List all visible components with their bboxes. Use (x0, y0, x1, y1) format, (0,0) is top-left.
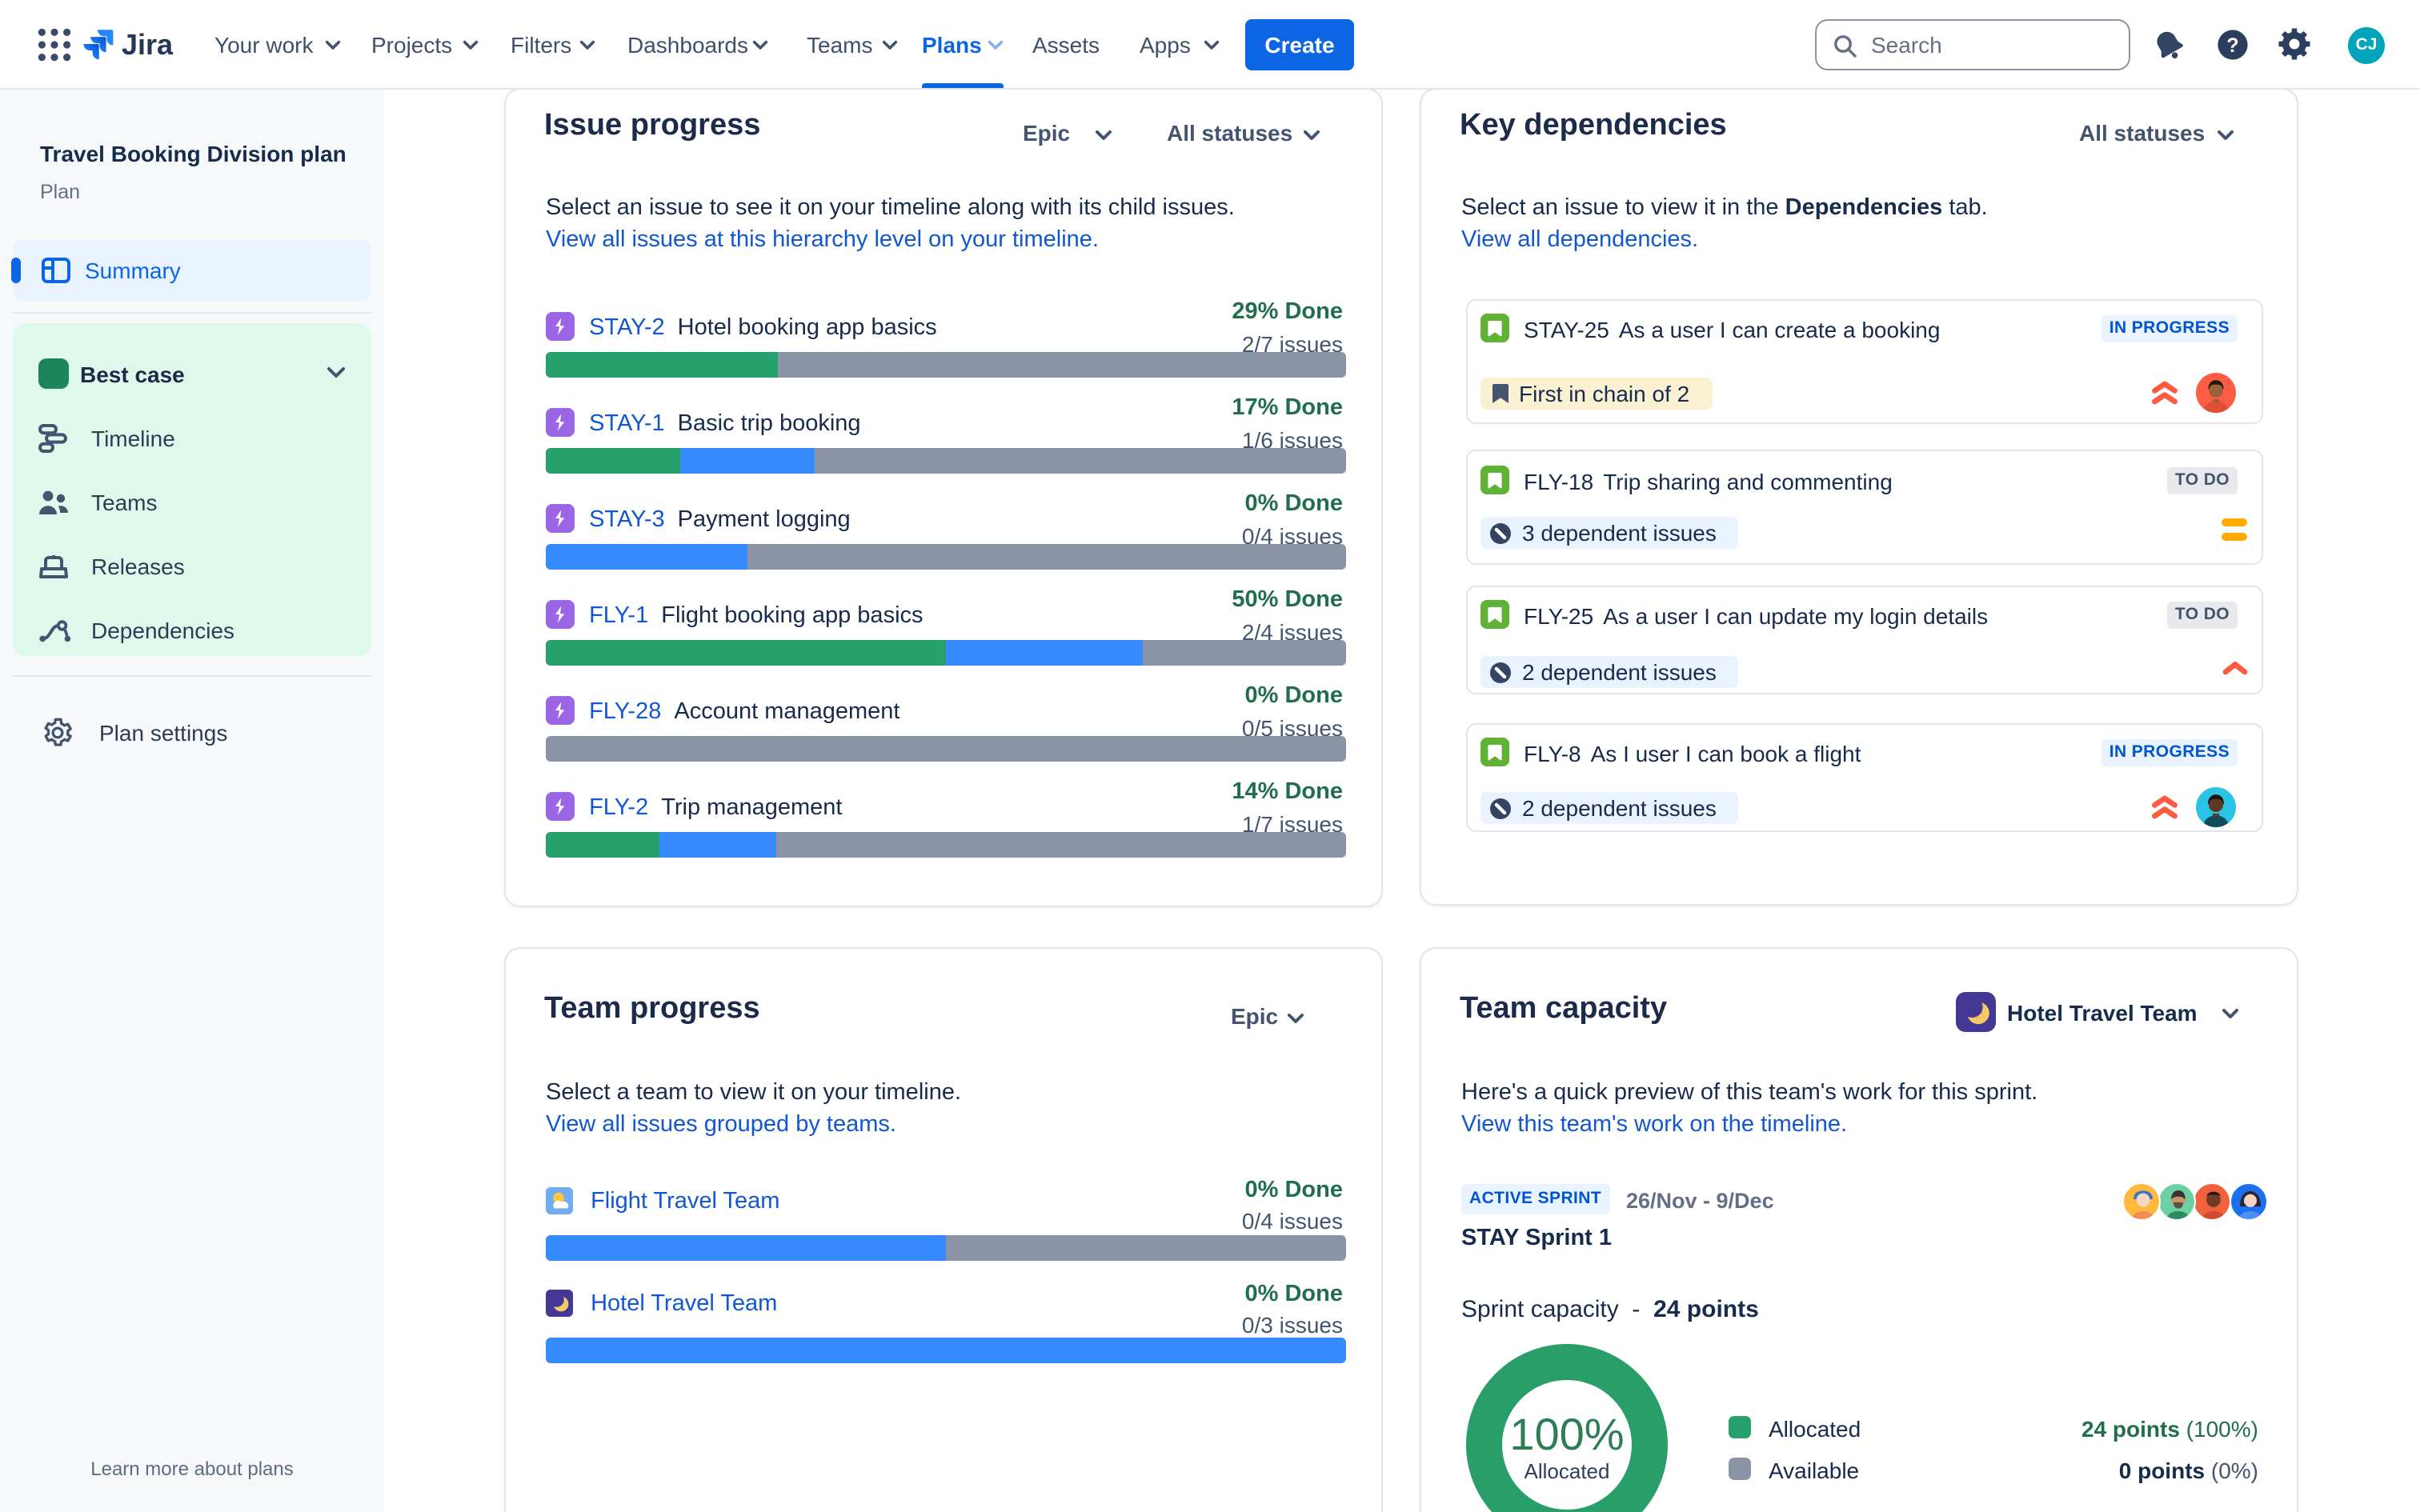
svg-text:?: ? (2226, 34, 2238, 57)
